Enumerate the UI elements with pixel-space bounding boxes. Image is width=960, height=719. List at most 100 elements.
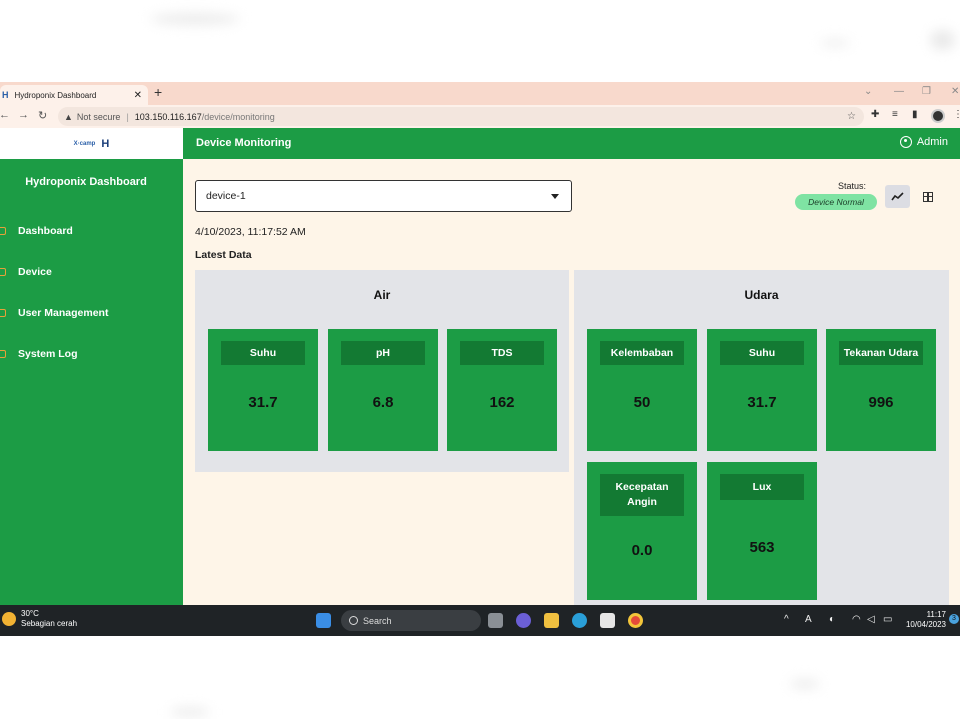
notification-badge[interactable]: 3 (949, 614, 959, 624)
status-label: Status: (838, 181, 867, 191)
windows-start-icon[interactable] (316, 613, 331, 628)
hydroponix-favicon-icon: H (2, 90, 9, 100)
tab-title: Hydroponix Dashboard (14, 90, 97, 100)
panel-title: Udara (744, 288, 779, 302)
blur-smudge (820, 40, 850, 46)
sidebar-item-dashboard[interactable]: Dashboard (0, 223, 73, 239)
blur-smudge (170, 708, 210, 716)
sensor-label: Kelembaban (600, 341, 684, 365)
focus-icon[interactable]: ◐ (829, 614, 835, 625)
sidebar-item-label: System Log (18, 348, 78, 360)
weather-temperature: 30°C (21, 609, 39, 618)
side-panel-icon[interactable]: ▮ (912, 109, 918, 120)
grid-view-button[interactable] (917, 185, 939, 208)
sensor-label: Tekanan Udara (839, 341, 923, 365)
sensor-card: Suhu 31.7 (707, 329, 817, 451)
weather-widget[interactable]: 30°C Sebagian cerah (2, 609, 77, 629)
menu-icon[interactable]: ⋮ (953, 109, 960, 120)
page-title: Device Monitoring (196, 137, 292, 149)
volume-icon[interactable]: ◁ (867, 614, 875, 625)
sensor-label: TDS (460, 341, 544, 365)
chevron-down-icon[interactable]: ⌄ (864, 86, 872, 97)
sidebar-item-user-management[interactable]: User Management (0, 305, 108, 321)
chrome-icon[interactable] (628, 613, 643, 628)
restore-icon[interactable]: ❐ (922, 86, 931, 97)
microsoft-store-icon[interactable] (600, 613, 615, 628)
teams-chat-icon[interactable] (516, 613, 531, 628)
caret-down-icon (551, 194, 559, 199)
input-language-icon[interactable]: A (805, 614, 812, 625)
blur-smudge (790, 680, 820, 688)
device-select-value: device-1 (206, 190, 246, 202)
last-updated-timestamp: 4/10/2023, 11:17:52 AM (195, 226, 306, 238)
battery-icon[interactable]: ▭ (883, 614, 892, 625)
close-window-icon[interactable]: ✕ (951, 86, 959, 97)
clock-date: 10/04/2023 (905, 620, 946, 629)
log-icon (0, 350, 6, 358)
sensor-card: Lux 563 (707, 462, 817, 600)
task-view-icon[interactable] (488, 613, 503, 628)
sidebar-item-label: User Management (18, 307, 109, 319)
monitor-screen: H Hydroponix Dashboard ✕ + ⌄ — ❐ ✕ ← → ↻… (0, 82, 960, 636)
sensor-value: 31.7 (248, 394, 278, 411)
hydroponix-logo-icon: H (101, 137, 110, 150)
minimize-icon[interactable]: — (894, 86, 904, 97)
sensor-value: 996 (868, 394, 894, 411)
logo: X·camp H (0, 128, 183, 159)
back-icon[interactable]: ← (0, 109, 10, 121)
users-icon (0, 309, 6, 317)
sensor-value: 6.8 (372, 394, 394, 411)
reload-icon[interactable]: ↻ (38, 109, 47, 122)
clock-time: 11:17 (926, 610, 946, 619)
browser-tab-bar: H Hydroponix Dashboard ✕ + ⌄ — ❐ ✕ (0, 82, 960, 105)
dashboard-icon (0, 227, 6, 235)
sensor-card: pH 6.8 (328, 329, 438, 451)
sensor-card: Suhu 31.7 (208, 329, 318, 451)
url-field[interactable]: ▲ Not secure | 103.150.116.167 /device/m… (58, 107, 864, 126)
sidebar-title: Hydroponix Dashboard (25, 176, 147, 188)
sensor-card: Kelembaban 50 (587, 329, 697, 451)
sidebar-item-system-log[interactable]: System Log (0, 346, 78, 362)
partly-sunny-icon (2, 612, 16, 626)
udara-panel: Udara Kelembaban 50 Suhu 31.7 Tekanan Ud… (574, 270, 949, 605)
tray-overflow-icon[interactable]: ^ (784, 614, 789, 625)
chart-view-button[interactable] (885, 185, 910, 208)
search-label: Search (363, 615, 392, 626)
not-secure-label: Not secure (76, 111, 121, 122)
forward-icon[interactable]: → (18, 109, 29, 121)
warning-icon: ▲ (64, 111, 73, 122)
system-clock[interactable]: 11:17 10/04/2023 (904, 610, 946, 630)
close-tab-icon[interactable]: ✕ (134, 90, 142, 101)
sensor-value: 50 (633, 394, 651, 411)
wifi-icon[interactable]: ◠ (852, 614, 861, 625)
taskbar-search[interactable]: Search (341, 610, 481, 631)
sensor-card: Kecepatan Angin 0.0 (587, 462, 697, 600)
device-select[interactable]: device-1 (195, 180, 572, 212)
edge-browser-icon[interactable] (572, 613, 587, 628)
user-name: Admin (916, 136, 948, 148)
sensor-card: Tekanan Udara 996 (826, 329, 936, 451)
sensor-value: 0.0 (631, 542, 653, 559)
sidebar: X·camp H Hydroponix Dashboard Dashboard … (0, 128, 183, 605)
url-host: 103.150.116.167 (134, 111, 202, 122)
profile-avatar[interactable] (931, 109, 945, 123)
extensions-icon[interactable]: ✚ (871, 109, 879, 120)
xcamp-logo-icon: X·camp (73, 140, 96, 147)
panel-title: Air (373, 288, 391, 302)
bookmark-star-icon[interactable]: ☆ (847, 111, 856, 122)
file-explorer-icon[interactable] (544, 613, 559, 628)
url-separator: | (126, 111, 129, 122)
blur-smudge (930, 30, 955, 50)
sensor-value: 162 (489, 394, 515, 411)
sidebar-item-label: Dashboard (18, 225, 73, 237)
sensor-label: pH (341, 341, 425, 365)
sensor-label: Suhu (221, 341, 305, 365)
user-menu[interactable]: Admin (899, 136, 948, 148)
sensor-label: Suhu (720, 341, 804, 365)
new-tab-icon[interactable]: + (154, 84, 162, 100)
sensor-value: 31.7 (747, 394, 777, 411)
browser-tab[interactable]: H Hydroponix Dashboard ✕ (0, 85, 148, 105)
media-icon[interactable]: ≡ (892, 109, 898, 120)
sidebar-item-device[interactable]: Device (0, 264, 52, 280)
status-badge: Device Normal (795, 194, 877, 210)
